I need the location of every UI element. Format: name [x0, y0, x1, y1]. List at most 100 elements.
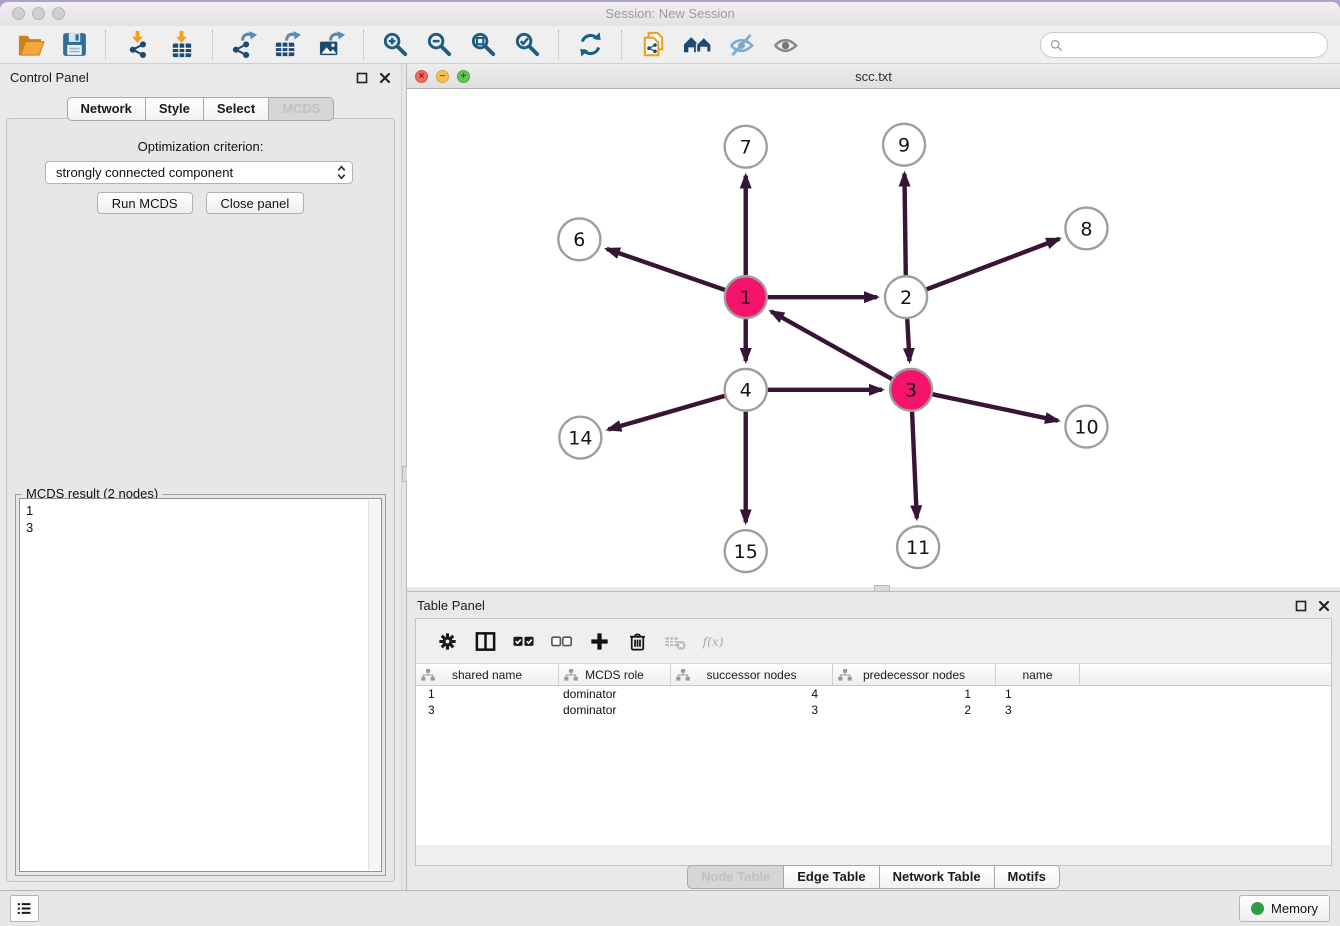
graph-edge-2-3[interactable]	[907, 319, 909, 361]
table-tab-edge-table[interactable]: Edge Table	[783, 865, 878, 889]
control-panel-tabs: NetworkStyleSelectMCDS	[0, 97, 401, 121]
right-column: scc.txt × − + 7968124314101511 Table Pan…	[407, 64, 1340, 890]
table-cell[interactable]: 1	[996, 687, 1080, 701]
minimize-view-button[interactable]: −	[436, 70, 449, 83]
chevron-updown-icon	[336, 164, 347, 181]
run-mcds-button[interactable]: Run MCDS	[97, 192, 193, 214]
graph-node-3[interactable]: 3	[890, 369, 932, 411]
tab-network[interactable]: Network	[67, 97, 145, 121]
zoom-in-icon[interactable]	[379, 29, 411, 61]
table-row[interactable]: 1dominator411	[416, 686, 1331, 702]
control-panel-title: Control Panel	[10, 70, 89, 85]
zoom-selected-icon[interactable]	[511, 29, 543, 61]
optimization-criterion-dropdown[interactable]: strongly connected component	[45, 161, 353, 184]
graph-edge-2-8[interactable]	[927, 239, 1060, 290]
table-cell[interactable]: dominator	[559, 703, 671, 717]
select-all-icon[interactable]	[510, 628, 536, 654]
export-image-icon[interactable]	[316, 29, 348, 61]
table-cell[interactable]: 1	[833, 687, 996, 701]
graph-node-4[interactable]: 4	[725, 369, 767, 411]
table-cell[interactable]: 3	[671, 703, 833, 717]
home-icon[interactable]	[681, 29, 713, 61]
delete-column-icon[interactable]	[624, 628, 650, 654]
export-network-icon[interactable]	[228, 29, 260, 61]
close-table-panel-button[interactable]	[1317, 599, 1330, 612]
column-header-successor-nodes[interactable]: successor nodes	[671, 664, 833, 685]
column-header-mcds-role[interactable]: MCDS role	[559, 664, 671, 685]
task-history-button[interactable]	[10, 895, 39, 922]
tab-style[interactable]: Style	[145, 97, 203, 121]
graph-node-15[interactable]: 15	[725, 530, 767, 572]
graph-edge-3-10[interactable]	[933, 394, 1058, 420]
table-tabs: Node TableEdge TableNetwork TableMotifs	[407, 865, 1340, 889]
graph-node-label: 14	[568, 427, 592, 449]
table-cell[interactable]: 4	[671, 687, 833, 701]
application-window: Session: New Session Control Panel	[0, 2, 1340, 926]
add-column-icon[interactable]	[586, 628, 612, 654]
show-panel-icon[interactable]	[769, 29, 801, 61]
duplicate-network-icon[interactable]	[637, 29, 669, 61]
toolbar-separator	[212, 30, 213, 60]
maximize-view-button[interactable]: +	[457, 70, 470, 83]
graph-node-label: 10	[1074, 417, 1098, 439]
table-cell[interactable]: dominator	[559, 687, 671, 701]
float-table-panel-button[interactable]	[1294, 599, 1307, 612]
deselect-all-icon[interactable]	[548, 628, 574, 654]
column-header-predecessor-nodes[interactable]: predecessor nodes	[833, 664, 996, 685]
graph-node-1[interactable]: 1	[725, 276, 767, 318]
column-header-name[interactable]: name	[996, 664, 1080, 685]
table-tab-network-table[interactable]: Network Table	[879, 865, 994, 889]
column-header-label: successor nodes	[706, 668, 796, 682]
column-header-filler	[1080, 664, 1331, 685]
table-cell[interactable]: 2	[833, 703, 996, 717]
zoom-fit-icon[interactable]	[467, 29, 499, 61]
graph-edge-3-1[interactable]	[771, 311, 892, 379]
table-tab-motifs[interactable]: Motifs	[994, 865, 1060, 889]
column-header-shared-name[interactable]: shared name	[416, 664, 559, 685]
table-cell[interactable]: 3	[996, 703, 1080, 717]
table-row[interactable]: 3dominator323	[416, 702, 1331, 718]
tab-mcds[interactable]: MCDS	[268, 97, 334, 121]
open-session-icon[interactable]	[14, 29, 46, 61]
close-control-panel-button[interactable]	[378, 71, 391, 84]
close-panel-button[interactable]: Close panel	[206, 192, 305, 214]
graph-node-6[interactable]: 6	[558, 218, 600, 260]
memory-button[interactable]: Memory	[1239, 895, 1330, 922]
graph-node-2[interactable]: 2	[885, 276, 927, 318]
node-table: shared nameMCDS role successor nodes prede…	[416, 663, 1331, 845]
graph-node-label: 7	[740, 137, 752, 159]
graph-node-10[interactable]: 10	[1065, 406, 1107, 448]
search-box[interactable]	[1040, 32, 1328, 58]
result-scrollbar[interactable]	[368, 500, 380, 870]
import-network-icon[interactable]	[121, 29, 153, 61]
graph-edge-1-6[interactable]	[607, 249, 725, 290]
splitter-grip[interactable]	[874, 585, 890, 592]
float-control-panel-button[interactable]	[355, 71, 368, 84]
table-cell[interactable]: 1	[416, 687, 559, 701]
graph-edge-4-14[interactable]	[608, 396, 724, 430]
delete-table-icon	[662, 628, 688, 654]
graph-node-label: 8	[1080, 218, 1092, 240]
table-tab-node-table[interactable]: Node Table	[687, 865, 783, 889]
show-columns-icon[interactable]	[472, 628, 498, 654]
graph-node-14[interactable]: 14	[559, 417, 601, 459]
zoom-out-icon[interactable]	[423, 29, 455, 61]
table-cell[interactable]: 3	[416, 703, 559, 717]
hide-panel-icon[interactable]	[725, 29, 757, 61]
import-table-icon[interactable]	[165, 29, 197, 61]
table-settings-icon[interactable]	[434, 628, 460, 654]
close-view-button[interactable]: ×	[415, 70, 428, 83]
graph-node-8[interactable]: 8	[1065, 208, 1107, 250]
tab-select[interactable]: Select	[203, 97, 268, 121]
graph-edge-2-9[interactable]	[904, 174, 905, 276]
export-table-icon[interactable]	[272, 29, 304, 61]
graph-node-7[interactable]: 7	[725, 126, 767, 168]
search-input[interactable]	[1068, 37, 1327, 54]
graph-edge-3-11[interactable]	[912, 412, 917, 519]
mcds-result-list[interactable]: 13	[19, 498, 382, 872]
graph-node-9[interactable]: 9	[883, 124, 925, 166]
save-session-icon[interactable]	[58, 29, 90, 61]
graph-node-11[interactable]: 11	[897, 526, 939, 568]
network-canvas[interactable]: 7 9 6 8 1 2 4 3 14 10 15 11	[407, 89, 1340, 587]
apply-layout-icon[interactable]	[574, 29, 606, 61]
